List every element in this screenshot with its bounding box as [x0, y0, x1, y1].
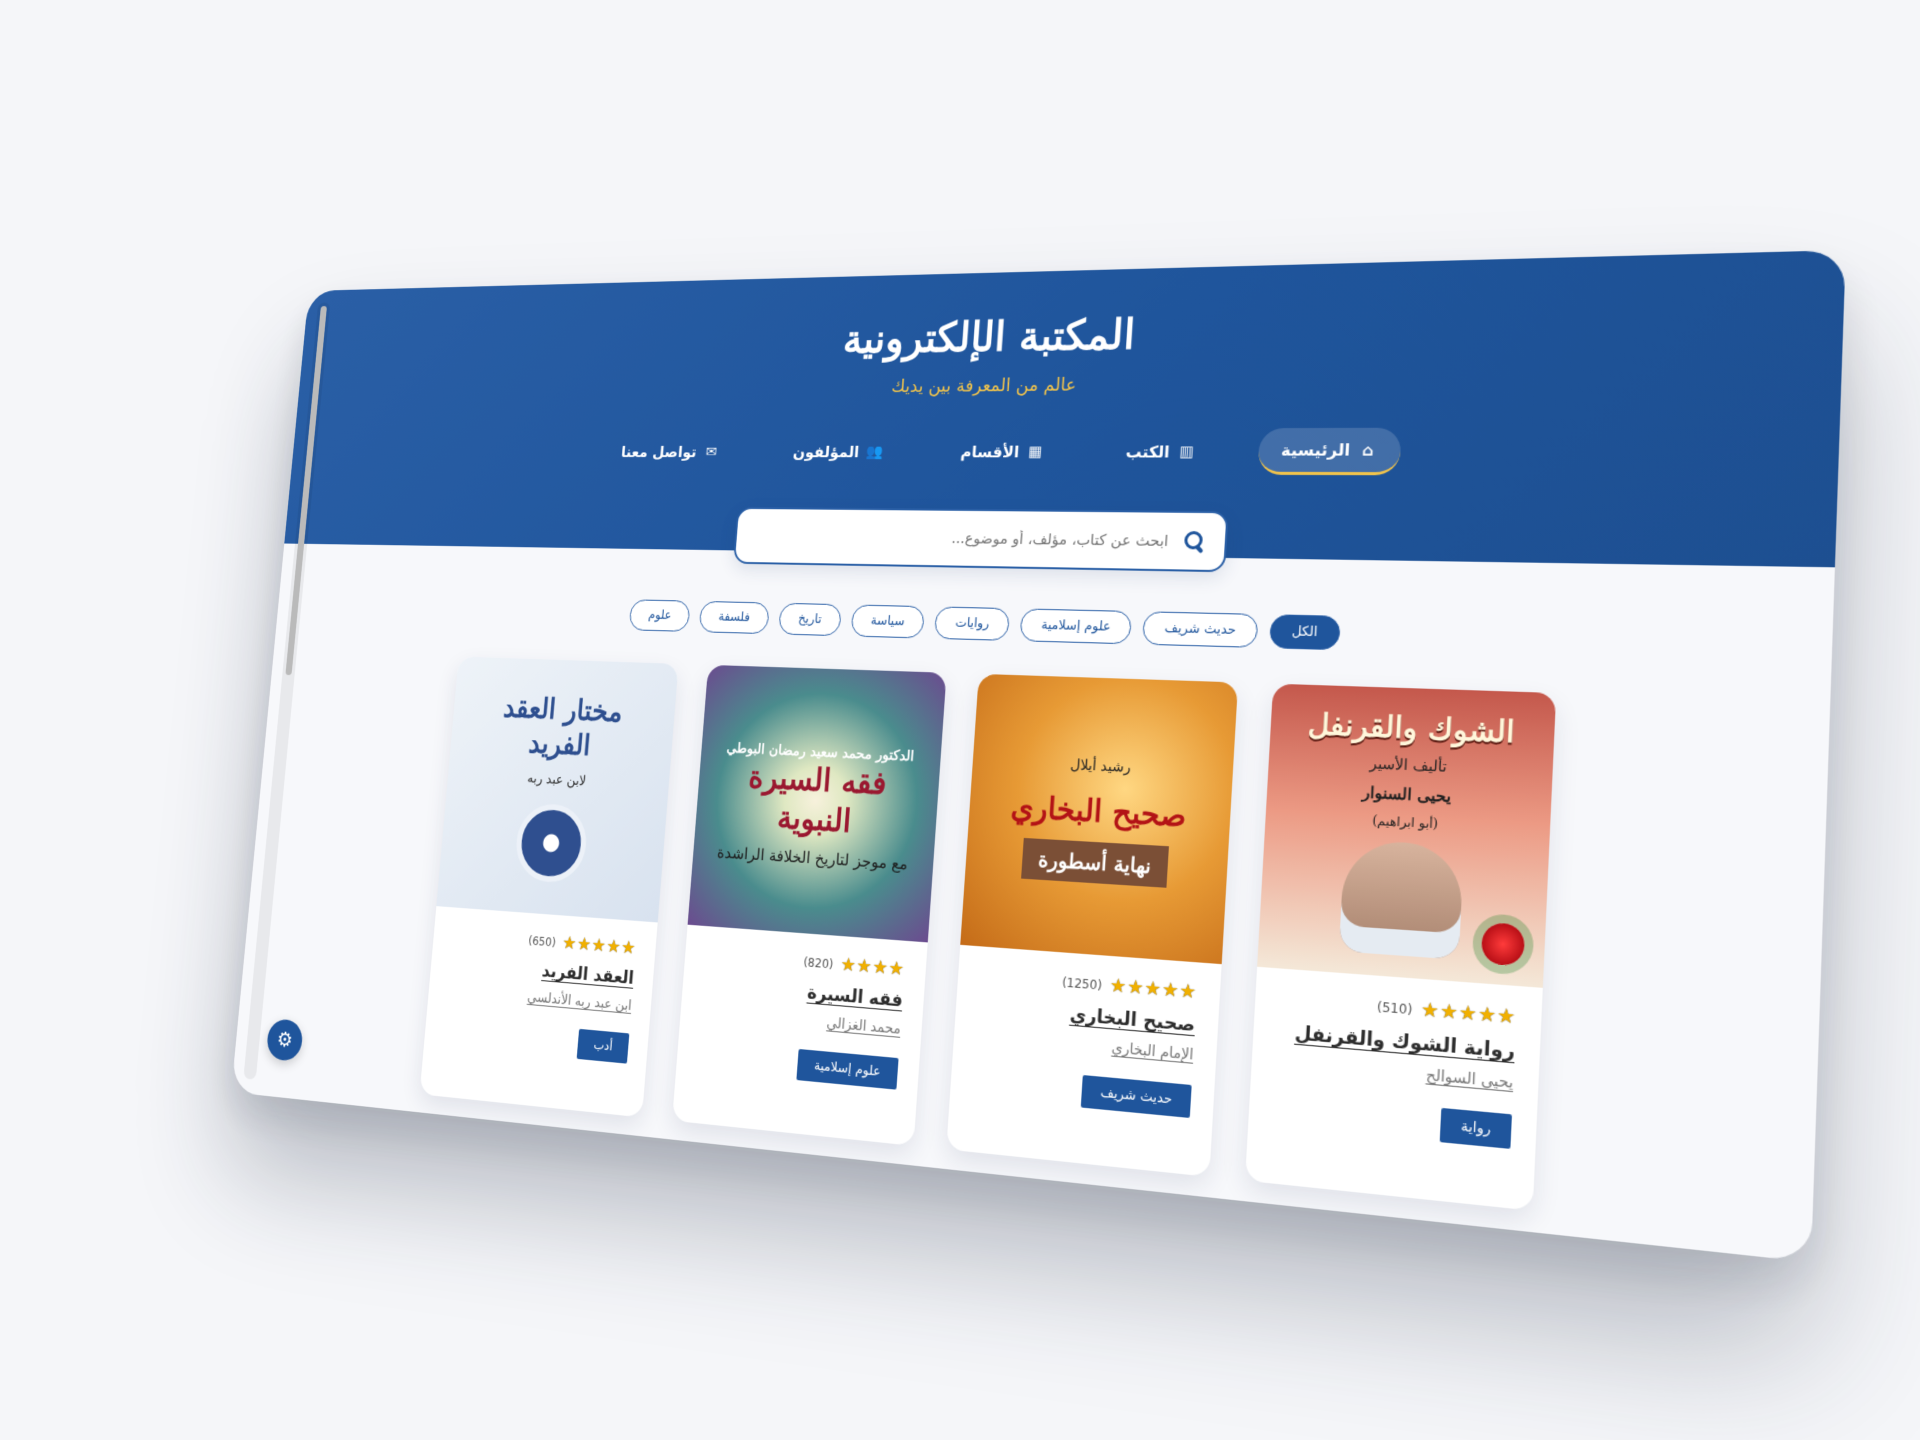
- book-cover-image[interactable]: الدكتور محمد سعيد رمضان البوطي فقه السير…: [687, 664, 947, 943]
- search-box[interactable]: [732, 506, 1229, 573]
- book-title[interactable]: فقه السيرة: [702, 974, 903, 1012]
- rating-row: ★★★★ (820): [704, 944, 906, 980]
- rating-row: ★★★★★ (1250): [979, 965, 1198, 1004]
- star-rating: ★★★★: [839, 954, 906, 981]
- book-cover-author: يحيى السنوار: [1361, 782, 1452, 807]
- book-cover-title: الشوك والقرنفل: [1307, 706, 1516, 750]
- book-cover-image[interactable]: مختار العقد الفريد لابن عبد ربه: [436, 656, 679, 923]
- book-card-body: ★★★★★ (650) العقد الفريد ابن عبد ربه الأ…: [424, 906, 658, 1065]
- book-cover-note: (أبو ابراهيم): [1371, 813, 1439, 832]
- site-title: المكتبة الإلكترونية: [841, 310, 1137, 363]
- filter-history[interactable]: تاريخ: [778, 602, 842, 637]
- category-tag[interactable]: رواية: [1439, 1107, 1512, 1149]
- filter-politics[interactable]: سياسة: [850, 604, 926, 639]
- book-cover-image[interactable]: رشيد أيلال صحيح البخاري نهاية أسطورة: [960, 673, 1239, 965]
- book-cover-title: صحيح البخاري: [1009, 789, 1188, 835]
- book-cover-author: رشيد أيلال: [1069, 757, 1132, 777]
- main-navigation: ⌂ الرئيسية ▥ الكتب ▦ الأقسام 👥 المؤلفون …: [291, 426, 1840, 477]
- book-cover-content: رشيد أيلال صحيح البخاري نهاية أسطورة: [960, 674, 1238, 964]
- nav-item-contact[interactable]: ✉ تواصل معنا: [601, 431, 740, 471]
- book-grid: الشوك والقرنفل تأليف الأسير يحيى السنوار…: [233, 650, 1830, 1240]
- category-tag[interactable]: علوم إسلامية: [796, 1048, 899, 1090]
- book-cover-title: فقه السيرة النبوية: [747, 757, 888, 840]
- filter-hadith[interactable]: حديث شريف: [1142, 611, 1259, 648]
- filter-islamic-sciences[interactable]: علوم إسلامية: [1019, 608, 1133, 645]
- grid-icon: ▦: [1028, 442, 1043, 461]
- ornament-icon: [513, 801, 590, 884]
- category-tag[interactable]: حديث شريف: [1081, 1075, 1192, 1118]
- rating-row: ★★★★★ (650): [451, 924, 638, 959]
- author-portrait: [1338, 839, 1465, 960]
- book-cover-content: الشوك والقرنفل تأليف الأسير يحيى السنوار…: [1257, 684, 1556, 988]
- site-subtitle: عالم من المعرفة بين يديك: [890, 374, 1077, 397]
- book-cover-title: مختار العقد الفريد: [502, 690, 624, 763]
- nav-item-books[interactable]: ▥ الكتب: [1103, 430, 1219, 473]
- filter-sciences[interactable]: علوم: [628, 599, 691, 632]
- book-cover-subtitle: لابن عبد ربه: [526, 770, 587, 789]
- home-icon: ⌂: [1361, 440, 1375, 460]
- nav-item-label: تواصل معنا: [620, 442, 698, 461]
- category-filters: الكل حديث شريف علوم إسلامية روايات سياسة…: [277, 591, 1833, 664]
- presentation-stage: المكتبة الإلكترونية عالم من المعرفة بين …: [0, 0, 1920, 1440]
- book-cover-content: مختار العقد الفريد لابن عبد ربه: [436, 657, 678, 923]
- search-input[interactable]: [753, 526, 1171, 552]
- book-card-body: ★★★★★ (1250) صحيح البخاري الإمام البخاري…: [950, 945, 1222, 1120]
- book-cover-subtitle: مع موجز لتاريخ الخلافة الراشدة: [716, 842, 909, 873]
- book-author[interactable]: محمد الغزالي: [700, 1004, 901, 1038]
- mail-icon: ✉: [705, 443, 718, 460]
- nav-item-home[interactable]: ⌂ الرئيسية: [1257, 427, 1403, 476]
- nav-item-label: الأقسام: [960, 442, 1020, 461]
- category-tag[interactable]: أدب: [576, 1028, 630, 1064]
- search-icon: [1182, 530, 1206, 553]
- book-cover-image[interactable]: الشوك والقرنفل تأليف الأسير يحيى السنوار…: [1257, 683, 1557, 988]
- search-section: [283, 503, 1837, 583]
- gear-icon: ⚙: [275, 1027, 294, 1053]
- nav-item-categories[interactable]: ▦ الأقسام: [939, 430, 1067, 472]
- review-count: (1250): [1061, 974, 1103, 993]
- nav-item-label: المؤلفون: [792, 442, 860, 461]
- review-count: (650): [527, 933, 557, 949]
- book-card[interactable]: الدكتور محمد سعيد رمضان البوطي فقه السير…: [672, 664, 947, 1146]
- nav-item-label: الرئيسية: [1280, 440, 1351, 460]
- book-card[interactable]: مختار العقد الفريد لابن عبد ربه ★★★★★ (6…: [419, 656, 679, 1118]
- book-card[interactable]: الشوك والقرنفل تأليف الأسير يحيى السنوار…: [1244, 683, 1557, 1211]
- users-icon: 👥: [865, 442, 884, 461]
- nav-item-label: الكتب: [1125, 441, 1171, 461]
- nav-item-authors[interactable]: 👥 المؤلفون: [772, 431, 905, 472]
- book-cover-subtitle: تأليف الأسير: [1369, 755, 1448, 776]
- star-rating: ★★★★★: [561, 932, 638, 959]
- review-count: (820): [802, 954, 834, 971]
- rose-icon: [1480, 922, 1526, 967]
- browser-window: المكتبة الإلكترونية عالم من المعرفة بين …: [231, 250, 1846, 1263]
- book-cover-subtitle: نهاية أسطورة: [1021, 837, 1169, 888]
- star-rating: ★★★★★: [1420, 998, 1518, 1030]
- book-cover-content: الدكتور محمد سعيد رمضان البوطي فقه السير…: [688, 665, 947, 943]
- star-rating: ★★★★★: [1109, 974, 1198, 1004]
- filter-all[interactable]: الكل: [1268, 614, 1341, 651]
- filter-philosophy[interactable]: فلسفة: [698, 600, 770, 635]
- review-count: (510): [1376, 998, 1413, 1017]
- filter-novels[interactable]: روايات: [934, 606, 1011, 641]
- book-card-body: ★★★★★ (510) رواية الشوك والقرنفل يحيى ال…: [1248, 967, 1543, 1152]
- book-card[interactable]: رشيد أيلال صحيح البخاري نهاية أسطورة ★★★…: [946, 673, 1239, 1177]
- book-author[interactable]: ابن عبد ربه الأندلسي: [446, 983, 632, 1014]
- book-icon: ▥: [1178, 442, 1195, 461]
- book-card-body: ★★★★ (820) فقه السيرة محمد الغزالي علوم …: [676, 925, 928, 1092]
- book-title[interactable]: العقد الفريد: [449, 953, 635, 989]
